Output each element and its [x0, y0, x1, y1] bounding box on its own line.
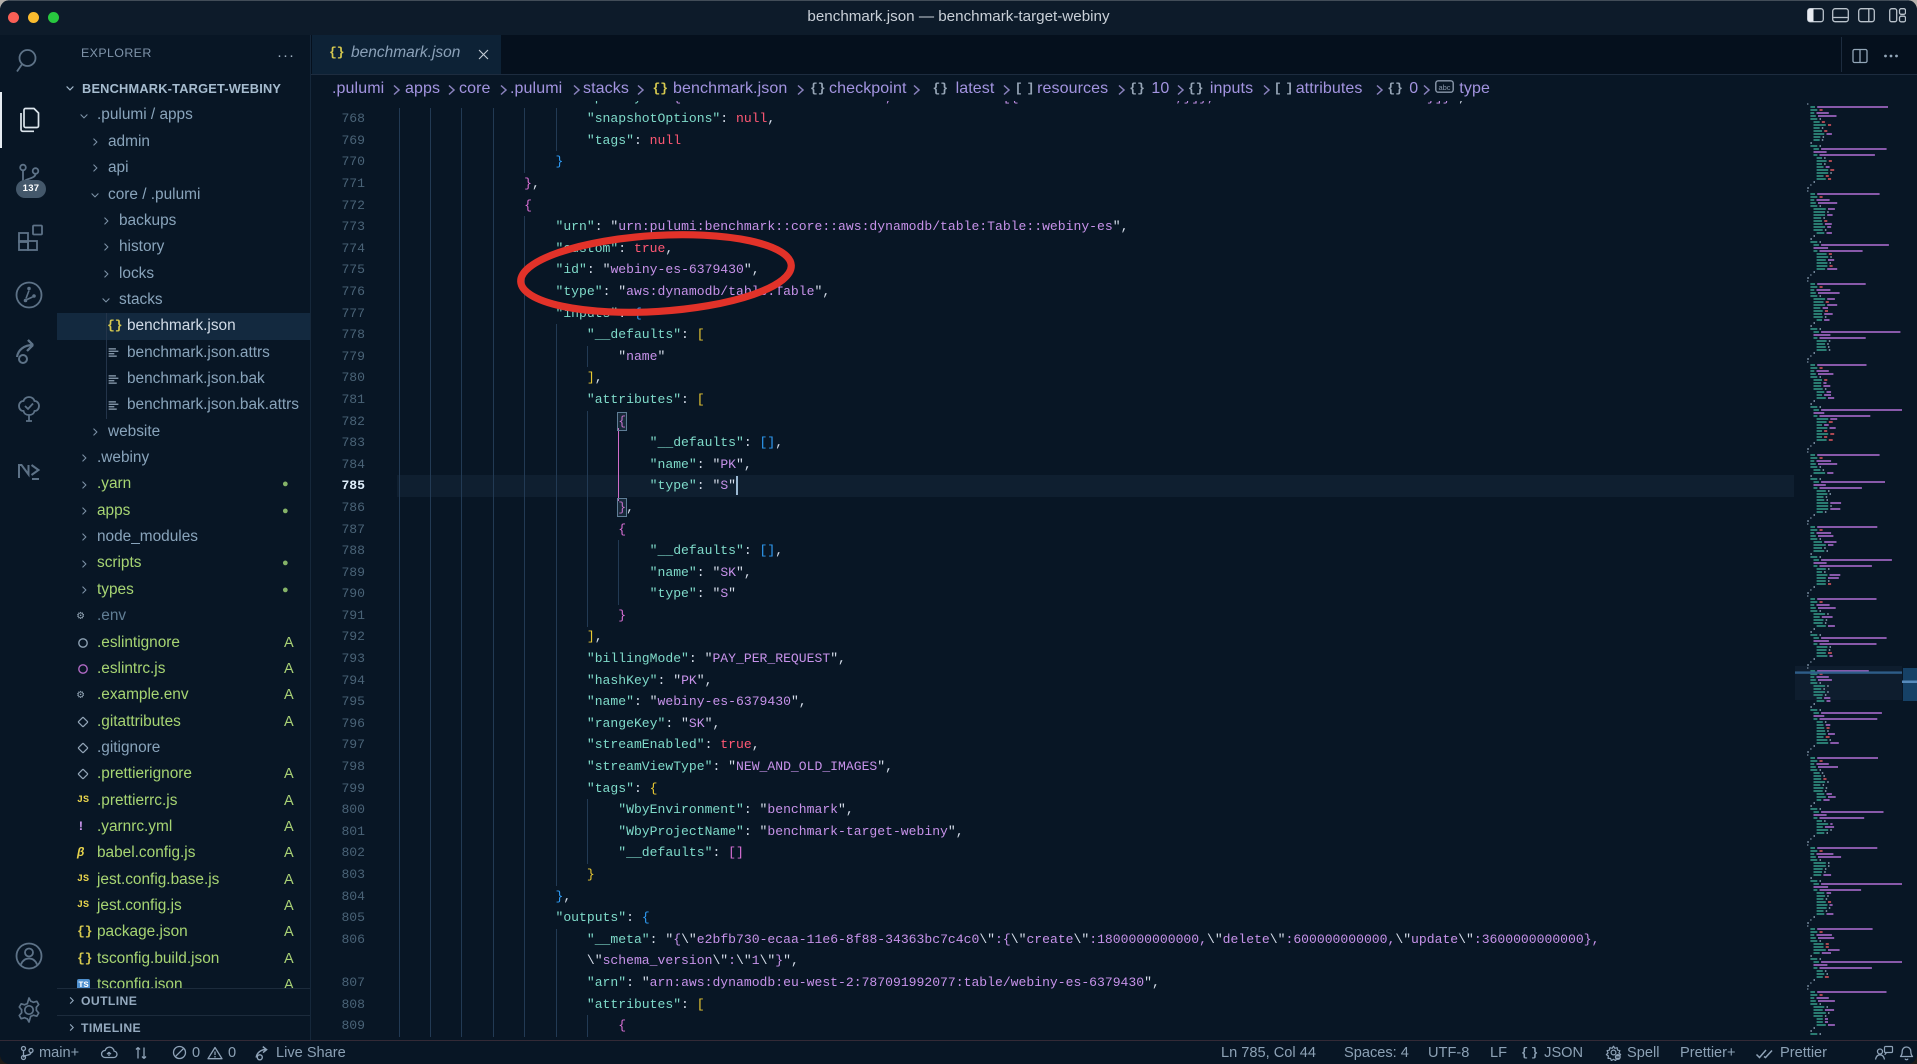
svg-text:abc: abc	[1438, 83, 1450, 92]
